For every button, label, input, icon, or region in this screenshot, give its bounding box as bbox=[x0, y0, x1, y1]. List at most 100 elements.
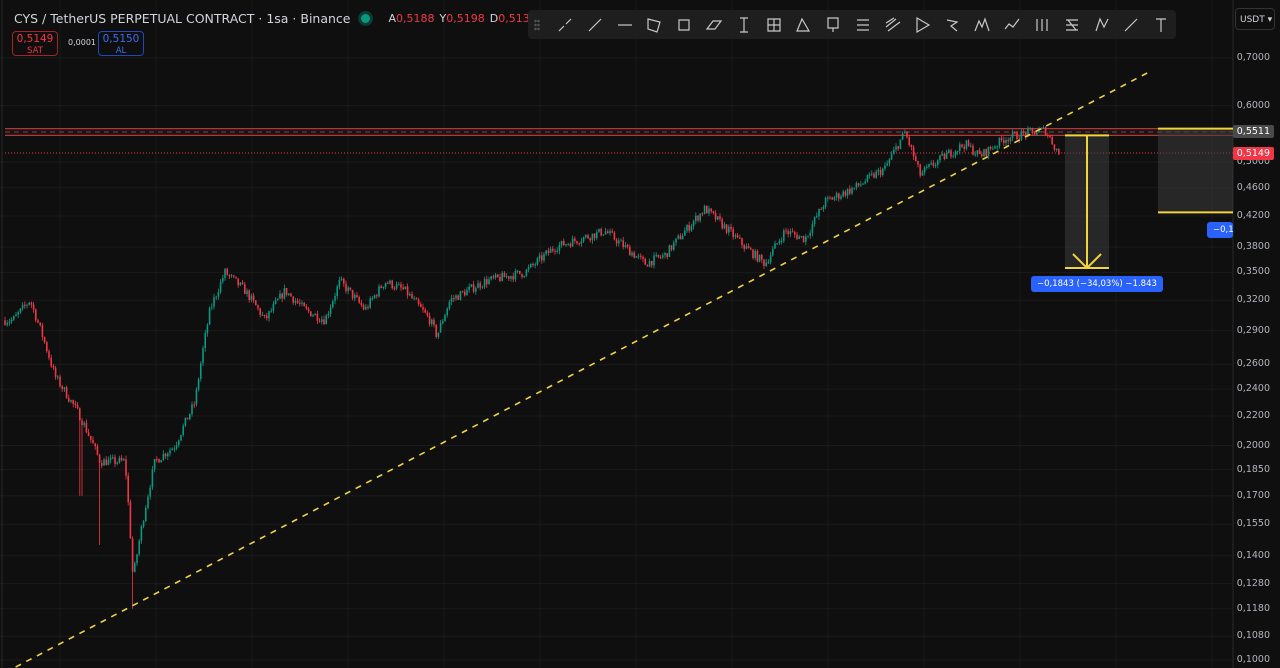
sell-button[interactable]: 0,5149 SAT bbox=[12, 31, 58, 56]
candle-body bbox=[926, 166, 928, 168]
candle-body bbox=[728, 226, 730, 233]
candle-body bbox=[239, 282, 242, 286]
candle-body bbox=[420, 304, 422, 308]
candle-body bbox=[435, 325, 437, 337]
candle-body bbox=[226, 268, 228, 275]
candle-body bbox=[437, 332, 440, 337]
drag-handle-icon[interactable] bbox=[534, 19, 540, 31]
candle-body bbox=[644, 258, 646, 265]
candle-body bbox=[343, 278, 345, 284]
candle-body bbox=[523, 276, 525, 278]
candle-body bbox=[241, 282, 244, 285]
candle-body bbox=[703, 205, 706, 214]
candle-body bbox=[897, 146, 899, 149]
candle-body bbox=[791, 231, 794, 233]
candle-body bbox=[81, 420, 83, 425]
candle-body bbox=[21, 304, 24, 309]
candle-body bbox=[426, 312, 429, 316]
candle-body bbox=[310, 311, 312, 317]
price-note-tool-button[interactable] bbox=[818, 12, 848, 38]
candle-body bbox=[723, 224, 726, 229]
currency-select[interactable]: USDT ▾ bbox=[1235, 8, 1275, 30]
candle-body bbox=[736, 235, 739, 238]
candle-body bbox=[963, 146, 965, 149]
price-chart[interactable] bbox=[0, 0, 1280, 668]
candle-body bbox=[189, 413, 191, 420]
rectangle-tool-button[interactable] bbox=[669, 12, 699, 38]
rotated-rectangle-tool-button[interactable] bbox=[639, 12, 669, 38]
candle-body bbox=[336, 286, 338, 297]
date-price-range-tool-button[interactable] bbox=[729, 12, 759, 38]
ohlc-value: 0,5198 bbox=[446, 12, 485, 25]
path-tool-button[interactable] bbox=[789, 12, 819, 38]
ray-tool-button[interactable] bbox=[580, 12, 610, 38]
abcd-pattern-tool-button[interactable] bbox=[1087, 12, 1117, 38]
candle-body bbox=[593, 233, 596, 239]
candle-body bbox=[371, 298, 374, 300]
candle-body bbox=[329, 307, 332, 314]
candle-body bbox=[686, 224, 688, 231]
candle-body bbox=[505, 276, 508, 278]
candle-body bbox=[712, 211, 715, 213]
candle-body bbox=[860, 184, 862, 186]
brush-tool-button[interactable] bbox=[1116, 12, 1146, 38]
candle-body bbox=[488, 279, 490, 285]
candle-body bbox=[54, 367, 57, 378]
candle-body bbox=[802, 235, 805, 243]
candle-body bbox=[490, 276, 492, 280]
candle-body bbox=[576, 241, 578, 244]
candle-body bbox=[677, 235, 679, 239]
candle-body bbox=[345, 283, 347, 292]
candle-body bbox=[235, 276, 237, 279]
candle-body bbox=[92, 439, 94, 444]
elliott-wave-tool-button[interactable] bbox=[967, 12, 997, 38]
arrow-mark-tool-button[interactable] bbox=[997, 12, 1027, 38]
candle-body bbox=[508, 276, 510, 279]
candle-body bbox=[180, 434, 182, 441]
candle-body bbox=[525, 269, 528, 277]
candle-body bbox=[688, 224, 690, 231]
horizontal-line-tool-button[interactable] bbox=[610, 12, 640, 38]
candle-body bbox=[893, 149, 895, 155]
candle-body bbox=[563, 240, 565, 246]
candle-body bbox=[624, 245, 627, 247]
price-axis-tick: 0,4200 bbox=[1236, 209, 1270, 221]
candle-body bbox=[818, 209, 820, 217]
candle-body bbox=[978, 150, 981, 155]
candle-body bbox=[74, 403, 77, 405]
parallel-channel-tool-button[interactable] bbox=[699, 12, 729, 38]
candle-body bbox=[549, 248, 552, 253]
symbol-title[interactable]: CYS / TetherUS PERPETUAL CONTRACT · 1sa … bbox=[14, 11, 351, 26]
bars-pattern-tool-button[interactable] bbox=[1027, 12, 1057, 38]
candle-body bbox=[965, 140, 968, 149]
candle-body bbox=[750, 248, 752, 250]
candle-body bbox=[983, 149, 985, 157]
buy-button[interactable]: 0,5150 AL bbox=[98, 31, 144, 56]
candle-body bbox=[879, 169, 882, 176]
candle-body bbox=[710, 208, 712, 212]
candle-body bbox=[417, 299, 420, 305]
candle-body bbox=[472, 284, 475, 292]
fib-channel-tool-button[interactable] bbox=[1057, 12, 1087, 38]
candle-body bbox=[197, 378, 200, 390]
candle-body bbox=[160, 460, 162, 463]
sell-price: 0,5149 bbox=[16, 33, 54, 45]
fib-retracement-tool-button[interactable] bbox=[848, 12, 878, 38]
candle-body bbox=[332, 301, 334, 308]
text-tool-icon bbox=[1156, 17, 1167, 32]
candle-body bbox=[937, 160, 939, 165]
candle-body bbox=[516, 270, 519, 272]
text-tool-button[interactable] bbox=[1146, 12, 1176, 38]
candle-body bbox=[545, 250, 547, 255]
candle-body bbox=[816, 216, 818, 218]
xabcd-pattern-tool-button[interactable] bbox=[938, 12, 968, 38]
candle-body bbox=[655, 254, 657, 256]
candle-body bbox=[101, 463, 103, 466]
candle-body bbox=[901, 133, 904, 140]
pitchfork-tool-button[interactable] bbox=[878, 12, 908, 38]
long-position-tool-button[interactable] bbox=[759, 12, 789, 38]
trend-line-tool-button[interactable] bbox=[550, 12, 580, 38]
candle-body bbox=[230, 275, 233, 277]
candle-body bbox=[932, 162, 935, 166]
gann-fan-tool-button[interactable] bbox=[908, 12, 938, 38]
